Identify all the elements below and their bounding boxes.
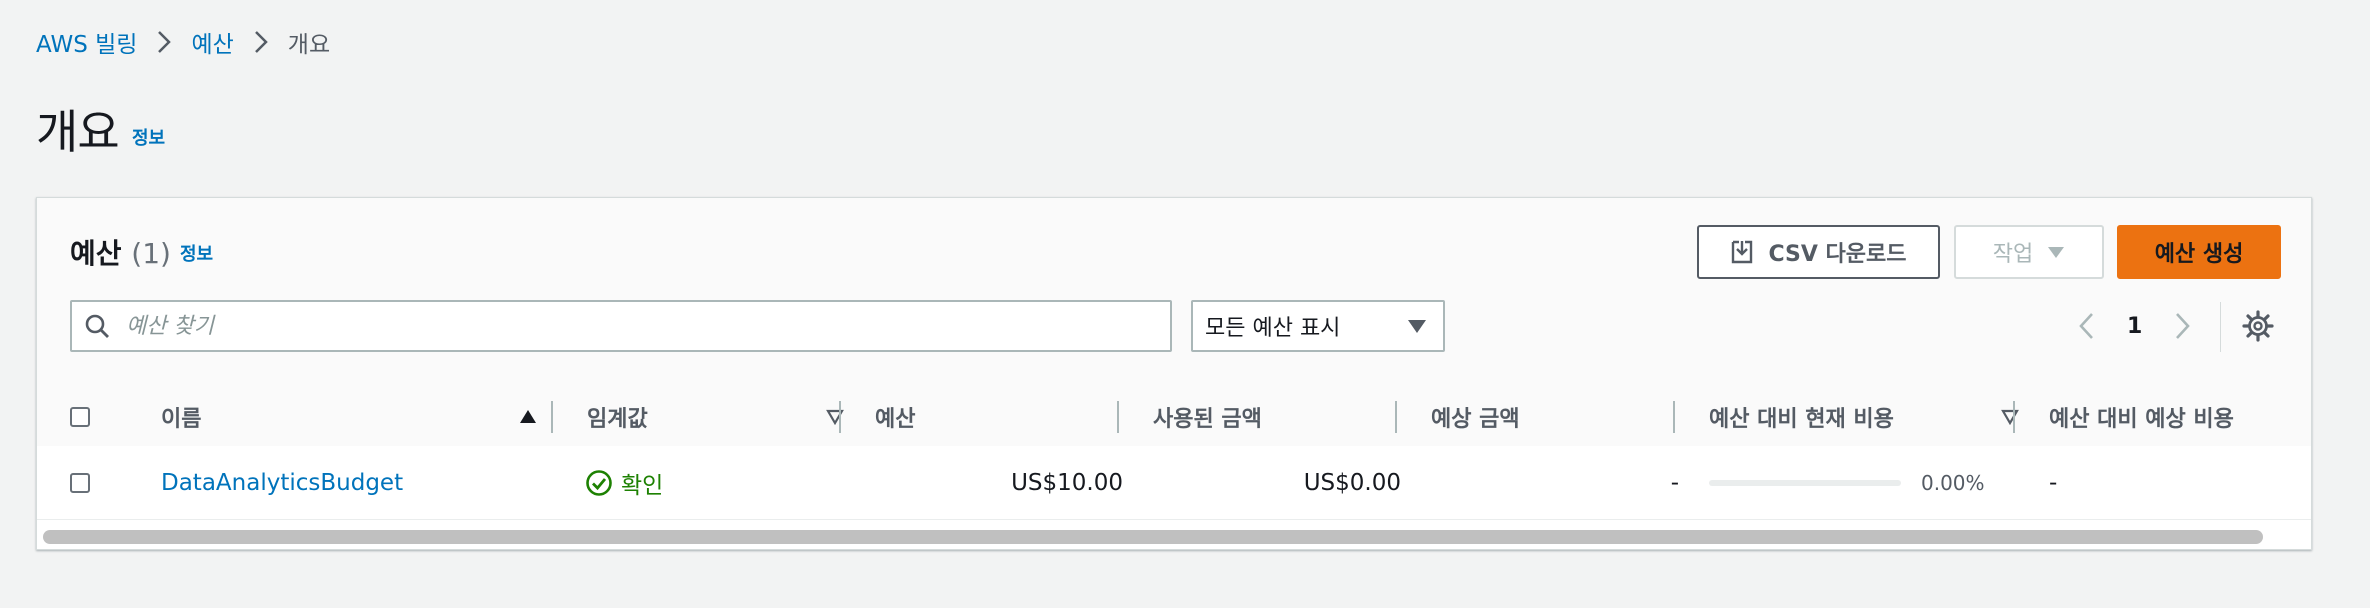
budgets-table-container: 예산 (1) 정보 CSV 다운로드 작업 예산 생성 예산 찾기 모든 예산 … — [36, 197, 2312, 550]
csv-download-button[interactable]: CSV 다운로드 — [1697, 225, 1940, 279]
breadcrumb: AWS 빌링 예산 개요 — [36, 25, 331, 59]
budget-filter-value: 모든 예산 표시 — [1205, 316, 1341, 341]
caret-down-icon — [2047, 245, 2065, 259]
threshold-status-text: 확인 — [621, 472, 664, 499]
chevron-right-icon — [246, 29, 276, 55]
chevron-right-icon[interactable] — [2172, 311, 2192, 341]
budget-filter-select[interactable]: 모든 예산 표시 — [1191, 300, 1445, 352]
column-header-current-vs-budget[interactable]: 예산 대비 현재 비용 — [1709, 388, 2019, 446]
breadcrumb-current: 개요 — [287, 32, 331, 58]
horizontal-scrollbar[interactable] — [43, 530, 2263, 544]
row-checkbox[interactable] — [70, 472, 90, 493]
threshold-status: 확인 — [585, 446, 663, 519]
select-all-checkbox[interactable] — [70, 407, 90, 427]
column-label-current-vs-budget: 예산 대비 현재 비용 — [1709, 407, 1894, 432]
sort-ascending-icon — [519, 409, 537, 425]
row-select-cell — [70, 446, 90, 519]
pagination: 1 — [2077, 308, 2192, 344]
pagination-divider — [2220, 302, 2221, 352]
actions-dropdown-button[interactable]: 작업 — [1954, 225, 2104, 279]
column-separator[interactable] — [2013, 401, 2015, 433]
chevron-left-icon[interactable] — [2077, 311, 2097, 341]
current-vs-budget-percent: 0.00% — [1921, 470, 1985, 495]
column-header-name[interactable]: 이름 — [161, 388, 551, 446]
breadcrumb-link-billing[interactable]: AWS 빌링 — [36, 25, 137, 59]
table-row: DataAnalyticsBudget 확인 US$10.00 US$0.00 … — [37, 446, 2311, 520]
column-header-used[interactable]: 사용된 금액 — [1153, 388, 1262, 446]
settings-icon[interactable] — [2241, 309, 2275, 347]
column-header-threshold[interactable]: 임계값 — [587, 388, 852, 446]
column-header-budget[interactable]: 예산 — [875, 388, 915, 446]
column-separator[interactable] — [1673, 401, 1675, 433]
page-title: 개요 — [36, 105, 120, 159]
budgets-count: (1) — [131, 237, 171, 270]
column-separator[interactable] — [839, 401, 841, 433]
status-ok-icon — [585, 469, 613, 497]
column-label-name: 이름 — [161, 407, 202, 432]
actions-label: 작업 — [1992, 242, 2034, 267]
budget-name-link[interactable]: DataAnalyticsBudget — [161, 470, 403, 496]
page-number[interactable]: 1 — [2127, 314, 2142, 339]
page-info-link[interactable]: 정보 — [132, 124, 165, 150]
forecast-vs-budget-value: - — [2049, 469, 2058, 496]
column-header-forecast-vs-budget[interactable]: 예산 대비 예상 비용 — [2049, 388, 2234, 446]
sort-icon — [2001, 409, 2019, 425]
current-vs-budget-cell: 0.00% — [1709, 446, 1985, 519]
forecast-amount: - — [1670, 469, 1679, 496]
download-icon — [1730, 240, 1754, 264]
column-separator[interactable] — [1395, 401, 1397, 433]
sort-icon — [826, 409, 844, 425]
column-label-threshold: 임계값 — [587, 407, 648, 432]
column-separator[interactable] — [551, 401, 553, 433]
budgets-header: 예산 (1) — [70, 232, 171, 272]
select-all-cell — [70, 388, 90, 446]
chevron-right-icon — [149, 29, 179, 55]
budgets-info-link[interactable]: 정보 — [180, 240, 213, 266]
search-input[interactable] — [124, 312, 1128, 340]
column-header-forecast[interactable]: 예상 금액 — [1431, 388, 1520, 446]
budget-name-cell: DataAnalyticsBudget — [161, 446, 403, 519]
budget-amount: US$10.00 — [1011, 469, 1123, 496]
column-separator[interactable] — [1117, 401, 1119, 433]
search-icon — [84, 313, 110, 339]
breadcrumb-link-budgets[interactable]: 예산 — [191, 25, 233, 59]
search-field[interactable] — [70, 300, 1172, 352]
budgets-title: 예산 — [70, 237, 122, 270]
table-header: 이름 임계값 예산 사용된 금액 예상 금액 예산 대비 현재 비용 예산 대비… — [37, 388, 2311, 447]
current-vs-budget-progress-bar — [1709, 479, 1901, 486]
csv-download-label: CSV 다운로드 — [1768, 242, 1907, 267]
used-amount: US$0.00 — [1303, 469, 1401, 496]
caret-down-icon — [1407, 318, 1427, 334]
create-budget-button[interactable]: 예산 생성 — [2117, 225, 2281, 279]
